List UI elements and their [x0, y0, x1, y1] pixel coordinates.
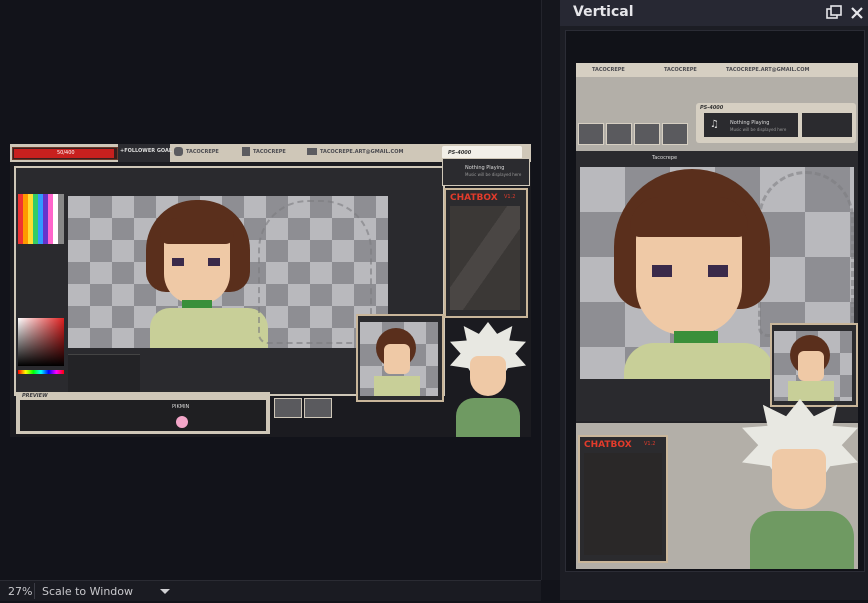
- canvas-area: [68, 196, 388, 348]
- alert-bar: 50/400: [12, 147, 118, 160]
- vertical-handles-bar: TACOCREPE TACOCREPE TACOCREPE.ART@GMAIL.…: [576, 63, 858, 77]
- alert-bar-text: 50/400: [57, 150, 75, 156]
- character-face: [164, 234, 230, 304]
- vertical-panel: Vertical TACOCREPE TACOCREPE TACOCREPE.A…: [560, 0, 868, 600]
- bottom-panel-label: PREVIEW: [22, 393, 48, 399]
- follower-goal-text: +FOLLOWER GOAL: [120, 148, 173, 154]
- twitch-icon: [242, 147, 250, 156]
- character-shirt: [150, 308, 268, 348]
- scale-dropdown[interactable]: [150, 583, 180, 599]
- twitter-icon: [174, 147, 183, 156]
- vertical-scene-preview[interactable]: TACOCREPE TACOCREPE TACOCREPE.ART@GMAIL.…: [576, 63, 858, 569]
- camera-mini-frame: [356, 314, 444, 402]
- main-preview-area[interactable]: 50/400 +FOLLOWER GOAL TACOCREPE TACOCREP…: [0, 0, 541, 601]
- handle-email: TACOCREPE.ART@GMAIL.COM: [320, 149, 404, 155]
- popout-button[interactable]: [826, 5, 842, 21]
- follower-goal-box: +FOLLOWER GOAL: [118, 144, 173, 162]
- vtuber-avatar: [442, 316, 531, 437]
- chevron-down-icon: [160, 589, 170, 594]
- mail-icon: [307, 148, 317, 155]
- bottom-panel: PREVIEW PIKMIN: [16, 392, 270, 434]
- vertical-music-player: ♫ Nothing Playing Music will be displaye…: [704, 113, 798, 137]
- vertical-camera-mini: [770, 323, 858, 407]
- stream-scene-preview[interactable]: 50/400 +FOLLOWER GOAL TACOCREPE TACOCREP…: [10, 144, 531, 437]
- music-note-icon: ♫: [710, 119, 719, 130]
- vertical-tech-panel: PS-4000 ♫ Nothing Playing Music will be …: [576, 77, 858, 151]
- zoom-level: 27%: [8, 585, 33, 598]
- close-button[interactable]: [849, 5, 865, 21]
- vertical-art-window: Tacocrepe: [576, 151, 858, 421]
- vertical-panel-title: Vertical: [573, 4, 634, 20]
- vertical-panel-header: Vertical: [560, 0, 868, 26]
- vertical-bottom-panel: CHATBOX V1.2: [576, 399, 858, 569]
- layers-panel: [68, 354, 140, 395]
- color-picker: [18, 318, 64, 366]
- status-divider: [34, 583, 35, 599]
- status-bar: 27% Scale to Window: [0, 580, 541, 601]
- vertical-chatbox: CHATBOX V1.2: [578, 435, 668, 563]
- chatbox-title: CHATBOX: [450, 193, 498, 203]
- close-icon: [851, 7, 863, 19]
- vertical-vtuber-avatar: [736, 399, 858, 569]
- scene-control-buttons: [274, 398, 332, 418]
- handle-twitch: TACOCREPE: [253, 149, 286, 155]
- emote-sprite: [176, 416, 188, 428]
- sketch-overlay: [258, 200, 372, 344]
- music-player: Nothing Playing Music will be displayed …: [442, 158, 530, 186]
- popout-icon: [826, 5, 842, 19]
- color-palette: [18, 194, 64, 244]
- chatbox-panel: CHATBOX V1.2: [444, 188, 528, 318]
- panel-splitter[interactable]: [541, 0, 561, 580]
- hue-strip: [18, 370, 64, 374]
- handle-twitter: TACOCREPE: [186, 149, 219, 155]
- scale-mode-select[interactable]: Scale to Window: [42, 585, 133, 598]
